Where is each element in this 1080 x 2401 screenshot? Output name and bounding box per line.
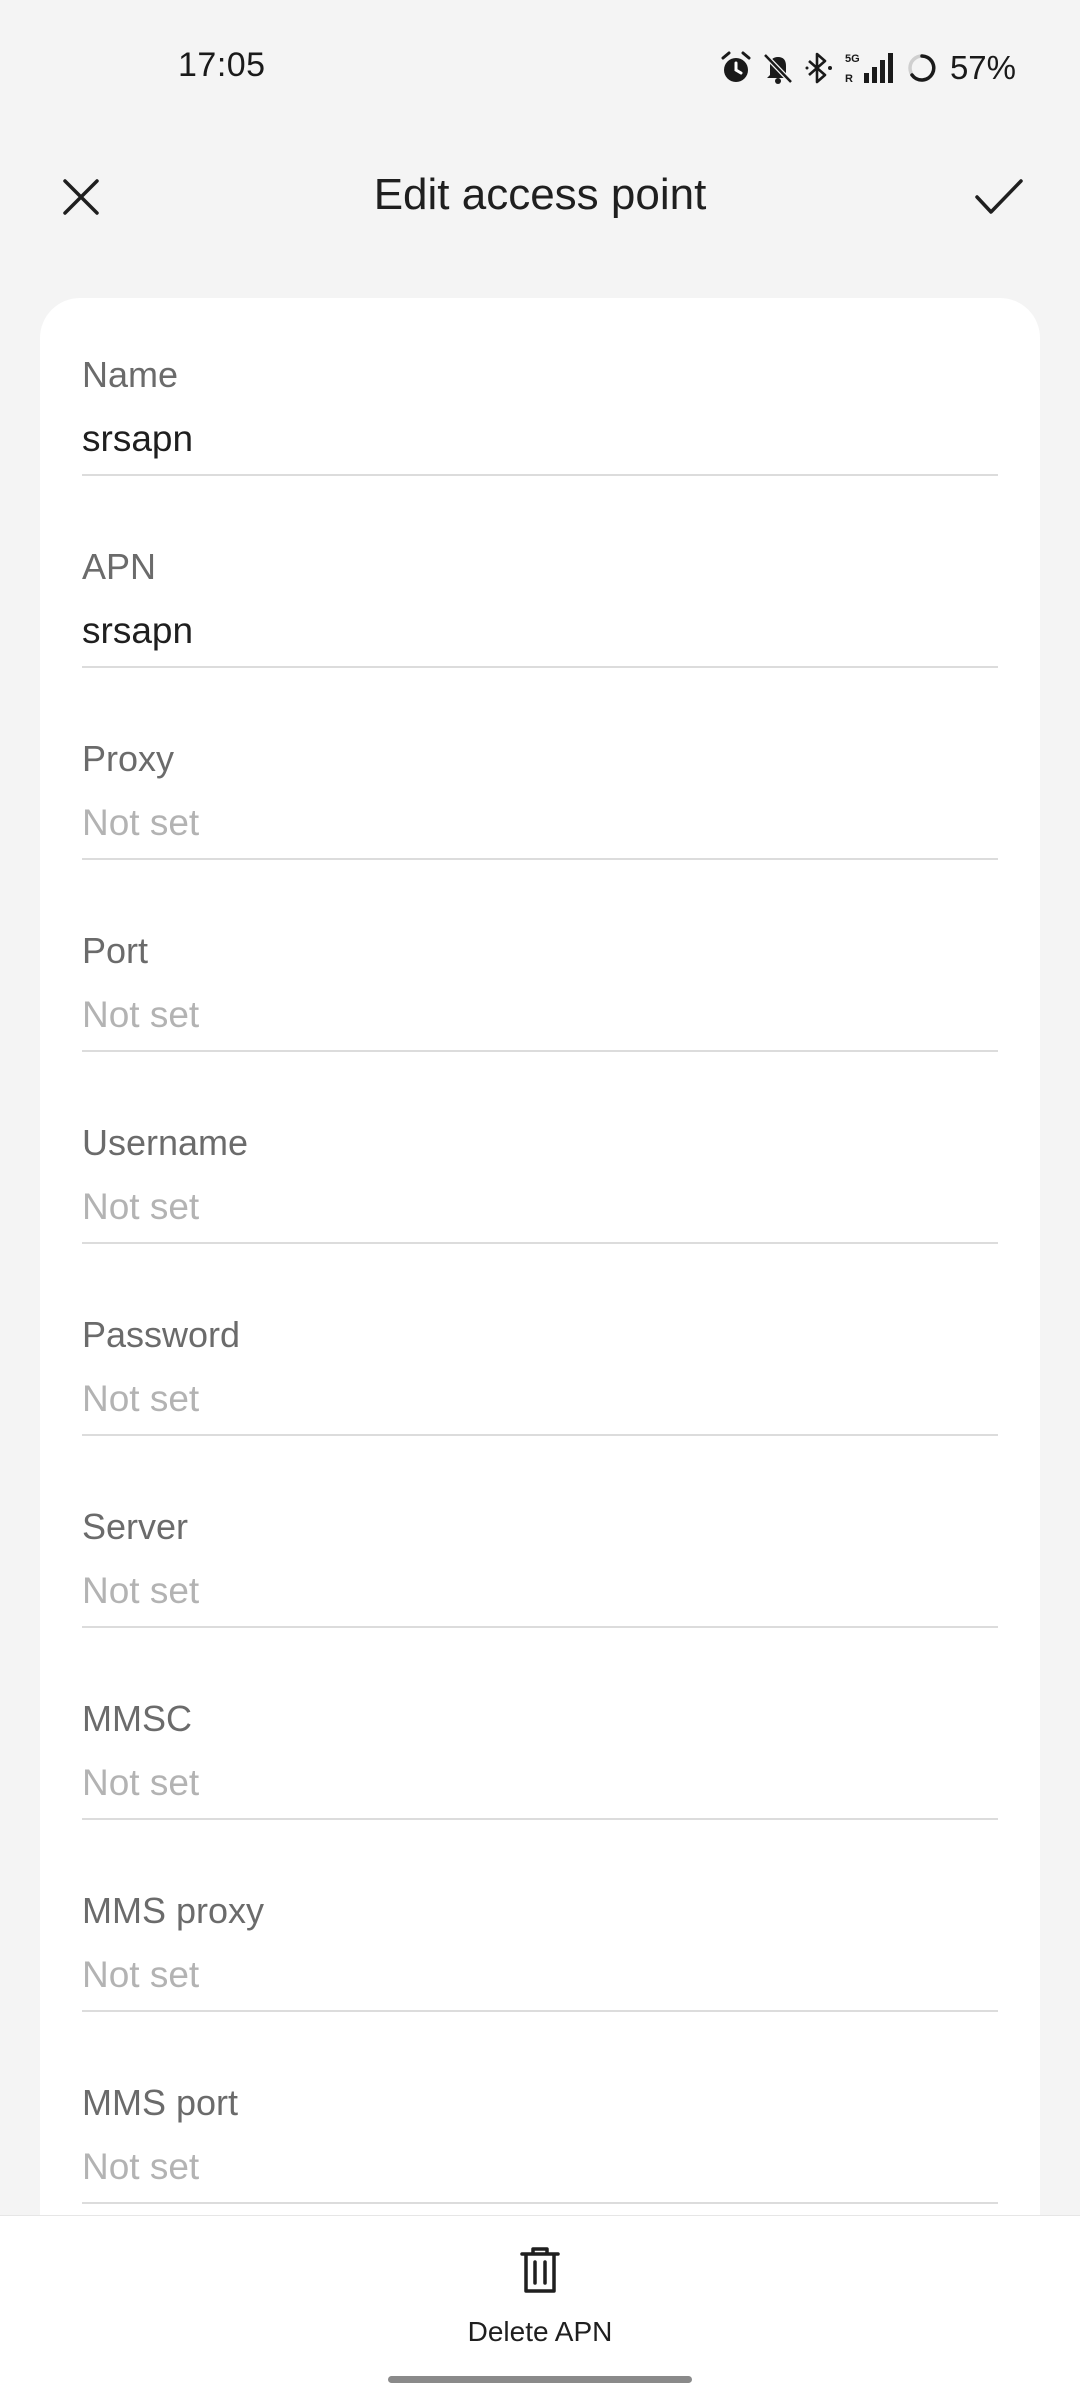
apn-settings-card: Name srsapn APN srsapn Proxy Not set Por… [40,298,1040,2258]
field-value: Not set [82,1762,200,1803]
battery-ring-icon [906,51,938,85]
5g-signal-icon: 5G R [844,51,896,85]
field-port[interactable]: Port Not set [82,874,998,1066]
field-apn[interactable]: APN srsapn [82,490,998,682]
page-title: Edit access point [373,170,707,219]
field-divider [82,858,998,860]
field-mmsc[interactable]: MMSC Not set [82,1642,998,1834]
field-divider [82,1818,998,1820]
battery-percent: 57% [949,49,1016,86]
delete-apn-label: Delete APN [467,2316,613,2347]
trash-icon [520,2247,560,2293]
field-mms-port[interactable]: MMS port Not set [82,2026,998,2218]
field-divider [82,666,998,668]
field-value: Not set [82,994,200,1035]
field-proxy[interactable]: Proxy Not set [82,682,998,874]
svg-text:R: R [845,73,853,85]
field-server[interactable]: Server Not set [82,1450,998,1642]
field-label: MMS port [82,2082,239,2123]
field-divider [82,1050,998,1052]
status-bar: 17:05 5G R 57% [0,0,1080,140]
field-divider [82,1242,998,1244]
delete-apn-button[interactable]: Delete APN [440,2246,640,2347]
field-label: Username [82,1122,249,1163]
field-divider [82,1434,998,1436]
app-bar: Edit access point [0,140,1080,250]
field-value: srsapn [82,610,194,651]
field-value: Not set [82,802,200,843]
field-value: Not set [82,1954,200,1995]
field-value: Not set [82,1186,200,1227]
status-icons: 5G R 57% [720,48,1016,88]
field-divider [82,1626,998,1628]
save-button[interactable] [968,166,1030,228]
field-value: srsapn [82,418,194,459]
field-label: Name [82,354,179,395]
field-username[interactable]: Username Not set [82,1066,998,1258]
bottom-action-bar: Delete APN [0,2215,1080,2401]
home-indicator[interactable] [388,2376,692,2383]
field-value: Not set [82,1570,200,1611]
field-divider [82,2010,998,2012]
field-value: Not set [82,1378,200,1419]
alarm-icon [720,51,752,85]
field-divider [82,474,998,476]
field-label: Port [82,930,149,971]
field-password[interactable]: Password Not set [82,1258,998,1450]
svg-text:5G: 5G [845,53,860,65]
bluetooth-icon [804,51,834,85]
field-label: MMSC [82,1698,192,1739]
bell-muted-icon [762,51,794,85]
field-label: MMS proxy [82,1890,265,1931]
field-label: Password [82,1314,241,1355]
status-time: 17:05 [178,46,266,84]
field-name[interactable]: Name srsapn [82,298,998,490]
check-icon [975,179,1023,214]
field-value: Not set [82,2146,200,2187]
field-label: APN [82,546,157,587]
field-mms-proxy[interactable]: MMS proxy Not set [82,1834,998,2026]
field-label: Server [82,1506,189,1547]
field-label: Proxy [82,738,175,779]
field-divider [82,2202,998,2204]
